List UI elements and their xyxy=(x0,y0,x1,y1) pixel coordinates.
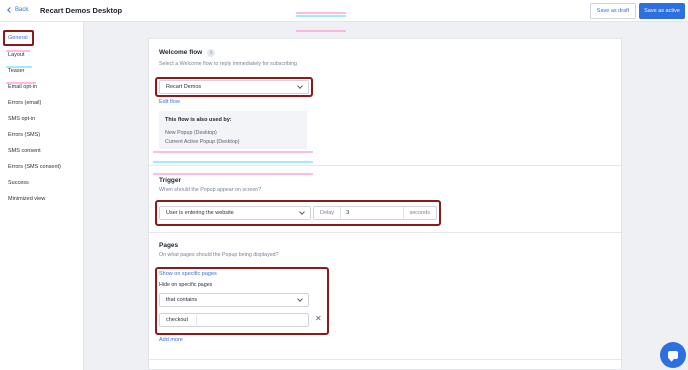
trigger-subtitle: When should the Popup appear on screen? xyxy=(159,187,262,193)
pages-title: Pages xyxy=(159,242,179,249)
section-divider xyxy=(149,232,623,233)
back-label: Back xyxy=(15,7,29,13)
page-condition-select[interactable]: that contains xyxy=(159,293,309,307)
annotation-mark xyxy=(6,50,30,52)
show-on-specific-pages-link[interactable]: Show on specific pages xyxy=(159,271,217,277)
page-title: Recart Demos Desktop xyxy=(40,6,123,15)
chevron-down-icon xyxy=(299,209,305,215)
field-divider xyxy=(196,315,197,325)
sidebar-item-errors-sms[interactable]: Errors (SMS) xyxy=(8,132,40,138)
top-bar: Back Recart Demos Desktop Save as draft … xyxy=(0,0,688,22)
annotation-mark xyxy=(296,12,346,14)
section-divider xyxy=(149,359,623,360)
delay-field[interactable]: Delay 3 seconds xyxy=(313,206,437,220)
chat-icon xyxy=(668,351,678,359)
chat-button[interactable] xyxy=(660,342,686,368)
trigger-selected: User is entering the website xyxy=(166,210,234,216)
trigger-select[interactable]: User is entering the website xyxy=(159,206,311,220)
sidebar-item-success[interactable]: Success xyxy=(8,180,29,186)
chevron-left-icon xyxy=(7,7,13,13)
save-draft-button[interactable]: Save as draft xyxy=(590,3,636,19)
annotation-mark xyxy=(6,66,32,68)
sidebar-item-sms-consent[interactable]: SMS consent xyxy=(8,148,41,154)
close-icon[interactable]: ✕ xyxy=(315,314,322,323)
delay-input[interactable]: 3 xyxy=(341,207,402,219)
sidebar-item-errors-email[interactable]: Errors (email) xyxy=(8,100,41,106)
add-more-link[interactable]: Add more xyxy=(159,337,183,343)
settings-panel: Welcome flow i Select a Welcome flow to … xyxy=(148,38,623,370)
sidebar-item-general[interactable]: General xyxy=(8,35,28,41)
welcome-flow-subtitle: Select a Welcome flow to reply immediate… xyxy=(159,61,297,67)
used-by-item: Current Active Popup (Desktop) xyxy=(165,139,240,145)
used-by-item: New Popup (Desktop) xyxy=(165,130,217,136)
sidebar-item-sms-opt-in[interactable]: SMS opt-in xyxy=(8,116,35,122)
section-divider xyxy=(149,165,623,166)
page-url-field[interactable]: checkout xyxy=(159,313,309,327)
pages-subtitle: On what pages should the Popup being dis… xyxy=(159,252,279,258)
annotation-mark xyxy=(153,161,313,163)
chevron-down-icon xyxy=(297,296,303,302)
annotation-mark xyxy=(6,82,36,84)
welcome-flow-title: Welcome flow xyxy=(159,49,203,56)
sidebar-item-minimized-view[interactable]: Minimized view xyxy=(8,196,45,202)
annotation-mark xyxy=(153,151,313,153)
sidebar-item-email-opt-in[interactable]: Email opt-in xyxy=(8,84,37,90)
hide-on-specific-pages-label: Hide on specific pages xyxy=(159,282,213,288)
annotation-mark xyxy=(153,173,313,175)
used-by-box: This flow is also used by: New Popup (De… xyxy=(159,111,307,149)
sidebar: General Layout Teaser Email opt-in Error… xyxy=(0,22,84,370)
welcome-flow-select[interactable]: Recart Demos xyxy=(159,80,309,94)
annotation-mark xyxy=(296,30,346,32)
page-url-value: checkout xyxy=(166,317,189,323)
sidebar-item-layout[interactable]: Layout xyxy=(8,52,25,58)
delay-label: Delay xyxy=(314,207,342,219)
info-icon[interactable]: i xyxy=(207,49,215,57)
edit-flow-link[interactable]: Edit flow xyxy=(159,99,180,105)
annotation-mark xyxy=(296,15,346,17)
trigger-title: Trigger xyxy=(159,177,182,184)
chevron-down-icon xyxy=(297,83,303,89)
back-link[interactable]: Back xyxy=(7,7,29,13)
sidebar-item-errors-sms-consent[interactable]: Errors (SMS consent) xyxy=(8,164,61,170)
sidebar-item-teaser[interactable]: Teaser xyxy=(8,68,25,74)
used-by-title: This flow is also used by: xyxy=(165,117,232,123)
page-condition-selected: that contains xyxy=(166,297,198,303)
delay-unit: seconds xyxy=(402,207,437,219)
save-active-button[interactable]: Save as active xyxy=(639,3,685,19)
welcome-flow-selected: Recart Demos xyxy=(166,84,202,90)
